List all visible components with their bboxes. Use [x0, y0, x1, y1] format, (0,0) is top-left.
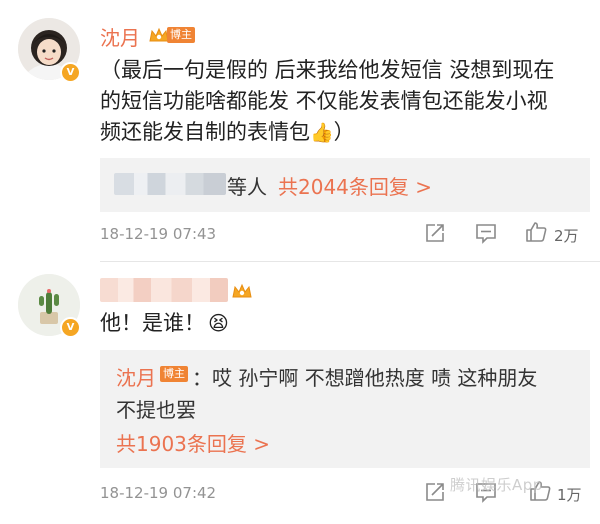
comment-button[interactable]: [474, 222, 498, 244]
share-button[interactable]: [424, 222, 446, 244]
comment-2: V 他！是谁！ 😫 沈月 博主 ：哎 孙宁啊 不想蹭他热度 啧 这种朋友 不提也罢…: [0, 262, 600, 524]
watermark: 腾讯娱乐App: [450, 476, 543, 494]
view-replies-link[interactable]: 共1903条回复 >: [116, 428, 270, 457]
reply-author-name[interactable]: 沈月: [116, 362, 156, 391]
reply-text-line: 不提也罢: [116, 398, 196, 422]
like-button[interactable]: [524, 220, 548, 244]
comment-text-line: 频还能发自制的表情包👍）: [100, 120, 355, 144]
nested-reply[interactable]: 沈月 博主 ：哎 孙宁啊 不想蹭他热度 啧 这种朋友 不提也罢 共1903条回复…: [100, 350, 590, 468]
reply-author-badge: 博主: [160, 366, 188, 382]
like-icon: [526, 222, 547, 242]
timestamp: 18-12-19 07:43: [100, 225, 217, 243]
like-count: 2万: [554, 227, 579, 245]
reply-text-line: ：哎 孙宁啊 不想蹭他热度 啧 这种朋友: [192, 366, 538, 390]
comment-text-line: （最后一句是假的 后来我给他发短信 没想到现在: [100, 58, 555, 82]
verified-badge: V: [60, 62, 81, 83]
view-replies-link[interactable]: 共2044条回复 >: [278, 171, 432, 200]
verified-badge: V: [60, 317, 81, 338]
share-icon: [426, 483, 444, 501]
timestamp: 18-12-19 07:42: [100, 484, 217, 502]
replies-summary-suffix: 等人: [227, 175, 267, 199]
replies-preview[interactable]: 等人 共2044条回复 >: [100, 158, 590, 212]
comment-text: （最后一句是假的 后来我给他发短信 没想到现在 的短信功能啥都能发 不仅能发表情…: [100, 55, 590, 149]
comment-text: 他！是谁！ 😫: [100, 311, 229, 335]
author-name[interactable]: 沈月: [100, 22, 140, 51]
tired-face-emoji: 😫: [208, 311, 229, 335]
blurred-username: [114, 173, 226, 195]
like-count: 1万: [557, 486, 582, 504]
comment-text-line: 的短信功能啥都能发 不仅能发表情包还能发小视: [100, 89, 548, 113]
comment-1: V 沈月 博主 （最后一句是假的 后来我给他发短信 没想到现在 的短信功能啥都能…: [0, 0, 600, 262]
share-icon: [426, 224, 444, 242]
comment-icon: [476, 224, 496, 244]
share-button[interactable]: [424, 481, 446, 503]
thumbs-up-emoji: 👍: [310, 122, 334, 144]
blurred-author-name: [100, 278, 228, 302]
author-badge: 博主: [167, 27, 195, 43]
crown-icon: [232, 283, 252, 298]
